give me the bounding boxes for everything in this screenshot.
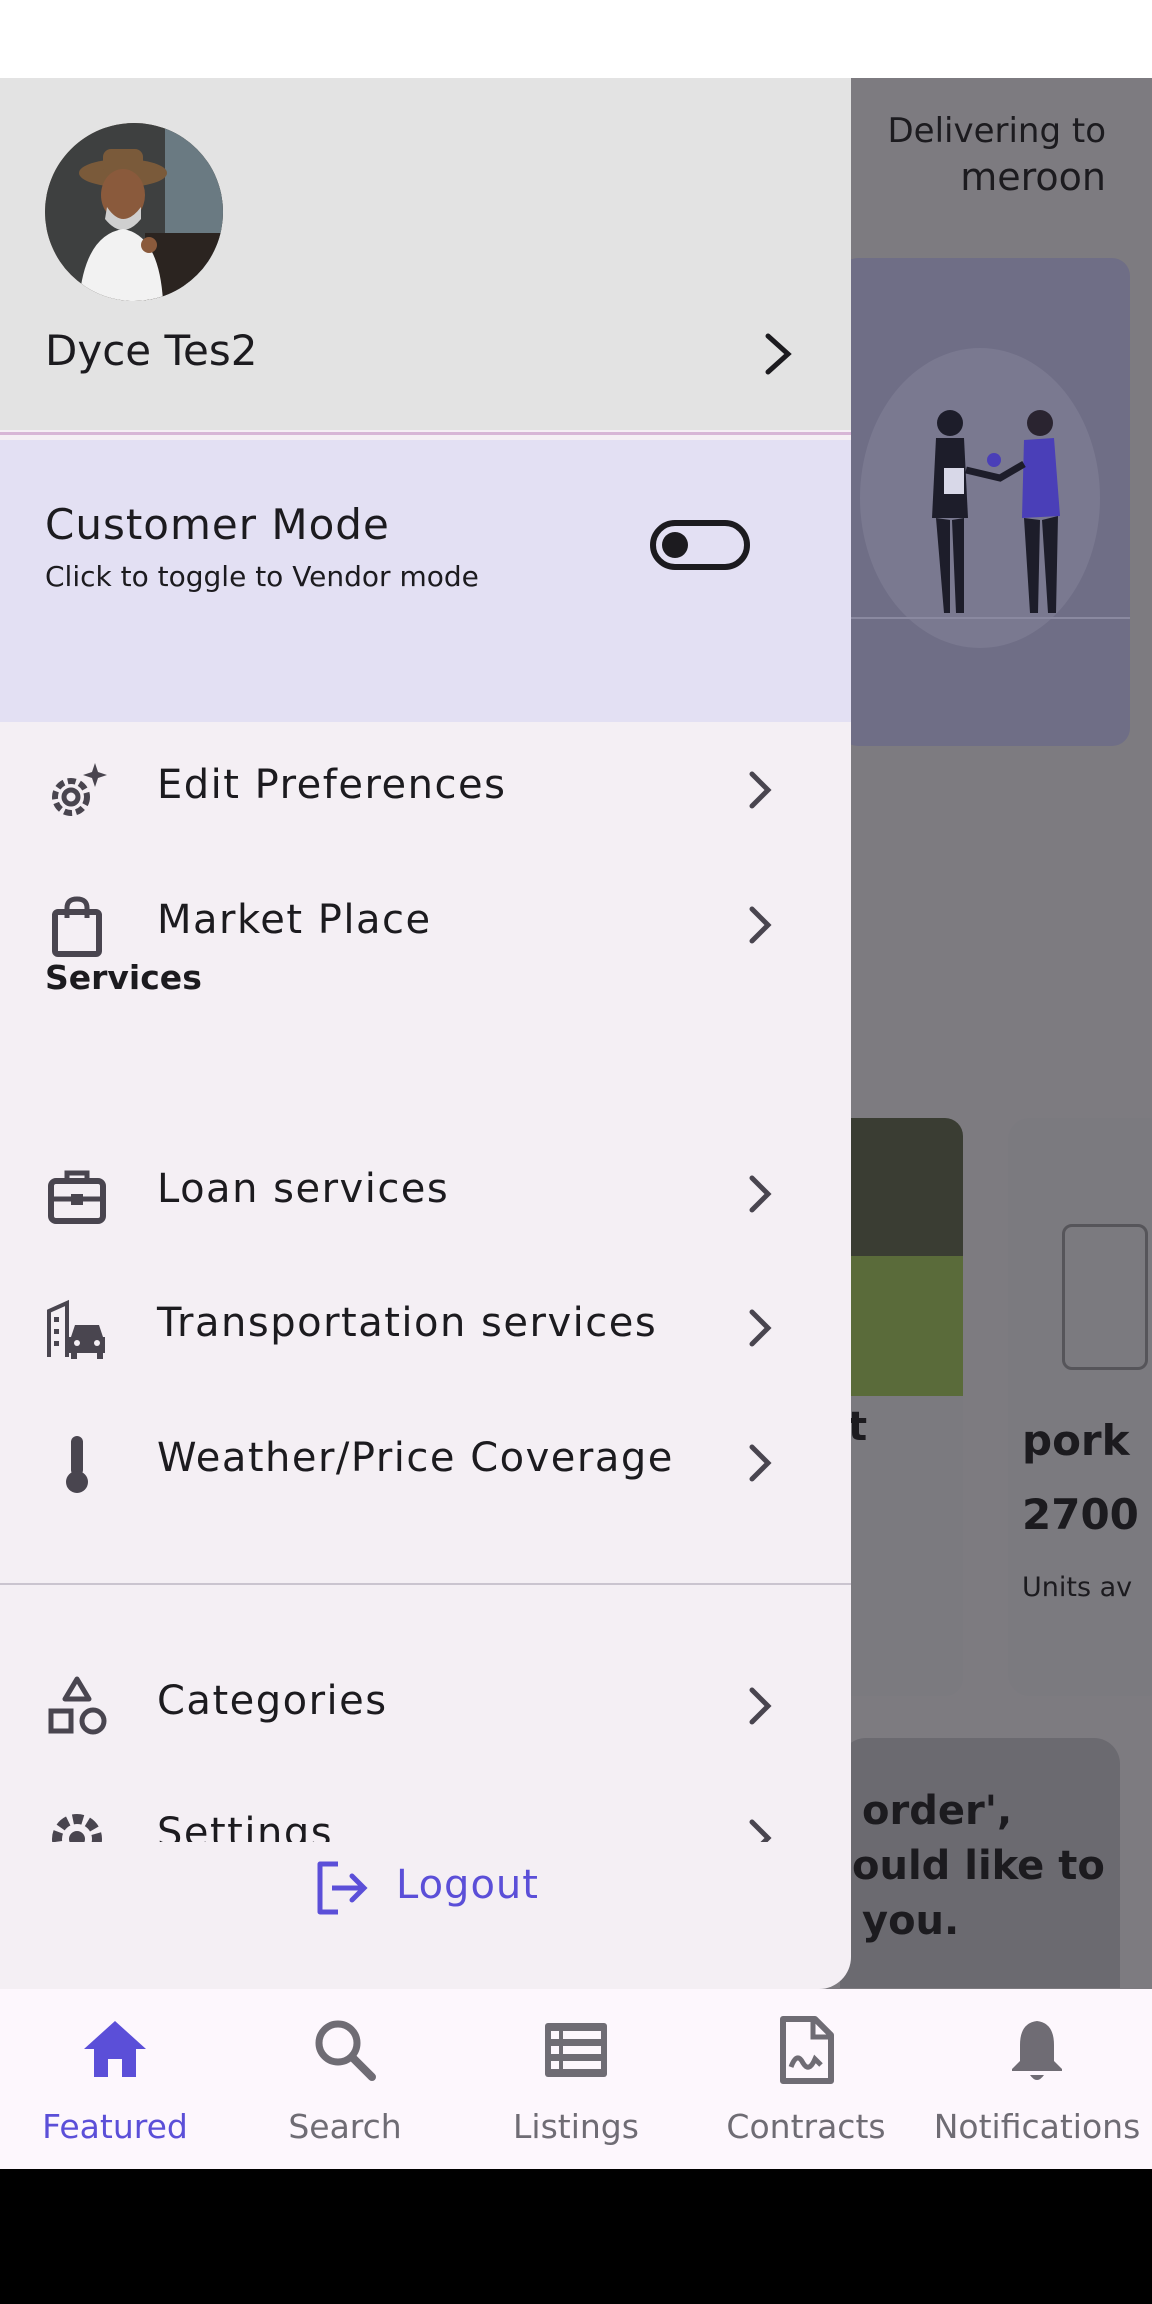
- nav-label: Notifications: [933, 2107, 1141, 2146]
- menu-item-label: Weather/Price Coverage: [157, 1435, 674, 1481]
- handshake-illustration: [840, 348, 1130, 648]
- nav-label: Listings: [513, 2107, 639, 2146]
- menu-item-label: Transportation services: [157, 1300, 658, 1346]
- thermometer-icon: [66, 1436, 88, 1493]
- menu-item-label: Market Place: [157, 897, 432, 943]
- drawer-scroll-area[interactable]: Categories Settings: [0, 1638, 851, 1842]
- menu-item-loan-services[interactable]: Loan services: [0, 1126, 851, 1256]
- user-name: Dyce Tes2: [45, 326, 258, 375]
- divider: [0, 1583, 851, 1585]
- bottom-navigation-bar: Featured Search Listings Contracts Notif…: [0, 1989, 1152, 2169]
- logout-button[interactable]: Logout: [312, 1848, 572, 1928]
- product-title: pork: [1022, 1416, 1130, 1465]
- building-car-icon: [47, 1299, 105, 1359]
- system-gesture-area: [0, 2169, 1152, 2304]
- delivering-location: meroon: [960, 155, 1106, 199]
- nav-search[interactable]: Search: [230, 1989, 460, 2169]
- menu-item-edit-preferences[interactable]: Edit Preferences: [0, 722, 851, 852]
- delivering-label: Delivering to: [887, 111, 1106, 151]
- drawer-header[interactable]: Dyce Tes2: [0, 78, 851, 430]
- mode-toggle-panel[interactable]: Customer Mode Click to toggle to Vendor …: [0, 440, 851, 722]
- bell-icon: [1012, 2021, 1062, 2080]
- menu-item-categories[interactable]: Categories: [0, 1638, 851, 1768]
- section-heading-services: Services: [45, 958, 202, 997]
- gear-icon: [52, 1814, 102, 1842]
- shapes-icon: [48, 1676, 107, 1735]
- avatar[interactable]: [45, 123, 223, 301]
- product-image: [840, 1118, 963, 1396]
- logout-label: Logout: [396, 1862, 539, 1908]
- nav-contracts[interactable]: Contracts: [691, 1989, 921, 2169]
- divider: [0, 432, 851, 435]
- menu-item-weather-price-coverage[interactable]: Weather/Price Coverage: [0, 1395, 851, 1525]
- user-photo: [45, 123, 223, 301]
- chevron-right-icon: [749, 1819, 772, 1842]
- menu-item-label: Edit Preferences: [157, 762, 507, 808]
- hero-banner: [840, 258, 1130, 746]
- status-bar: [0, 0, 1152, 78]
- list-icon: [545, 2023, 607, 2077]
- briefcase-icon: [48, 1170, 106, 1224]
- chevron-right-icon: [749, 771, 772, 809]
- product-image-frame: [1062, 1224, 1148, 1370]
- menu-item-transportation-services[interactable]: Transportation services: [0, 1260, 851, 1390]
- vendor-mode-toggle[interactable]: [650, 520, 750, 570]
- banner-line: ould like to: [852, 1843, 1105, 1889]
- banner-line: you.: [862, 1898, 960, 1944]
- app-screen: Delivering to meroon t pork 2700 Units a…: [0, 78, 1152, 1989]
- mode-subtitle: Click to toggle to Vendor mode: [45, 560, 479, 593]
- chevron-right-icon: [749, 1444, 772, 1482]
- nav-label: Search: [288, 2107, 402, 2146]
- nav-label: Contracts: [726, 2107, 886, 2146]
- product-card: t: [840, 1396, 963, 1696]
- product-price: 2700: [1022, 1490, 1139, 1539]
- logout-icon: [317, 1861, 368, 1915]
- chevron-right-icon: [749, 906, 772, 944]
- navigation-drawer: Dyce Tes2 Customer Mode Click to toggle …: [0, 78, 851, 1989]
- nav-label: Featured: [42, 2107, 188, 2146]
- search-icon: [315, 2020, 376, 2081]
- delivering-to: Delivering to meroon: [887, 108, 1106, 200]
- menu-item-label: Loan services: [157, 1166, 450, 1212]
- menu-item-settings[interactable]: Settings: [0, 1770, 851, 1842]
- chevron-right-icon: [749, 1175, 772, 1213]
- product-units: Units av: [1022, 1572, 1133, 1603]
- menu-item-label: Categories: [157, 1678, 388, 1724]
- home-icon: [84, 2021, 146, 2077]
- mode-title: Customer Mode: [45, 500, 390, 549]
- chevron-right-icon: [749, 1309, 772, 1347]
- shopping-bag-icon: [52, 896, 102, 957]
- nav-notifications[interactable]: Notifications: [922, 1989, 1152, 2169]
- nav-listings[interactable]: Listings: [461, 1989, 691, 2169]
- menu-item-label: Settings: [157, 1810, 334, 1842]
- banner-line: order',: [862, 1788, 1013, 1834]
- chevron-right-icon[interactable]: [760, 330, 796, 378]
- product-card: [1008, 1118, 1152, 1696]
- settings-sparkle-icon: [52, 763, 107, 816]
- contract-icon: [780, 2016, 834, 2084]
- chevron-right-icon: [749, 1687, 772, 1725]
- nav-featured[interactable]: Featured: [0, 1989, 230, 2169]
